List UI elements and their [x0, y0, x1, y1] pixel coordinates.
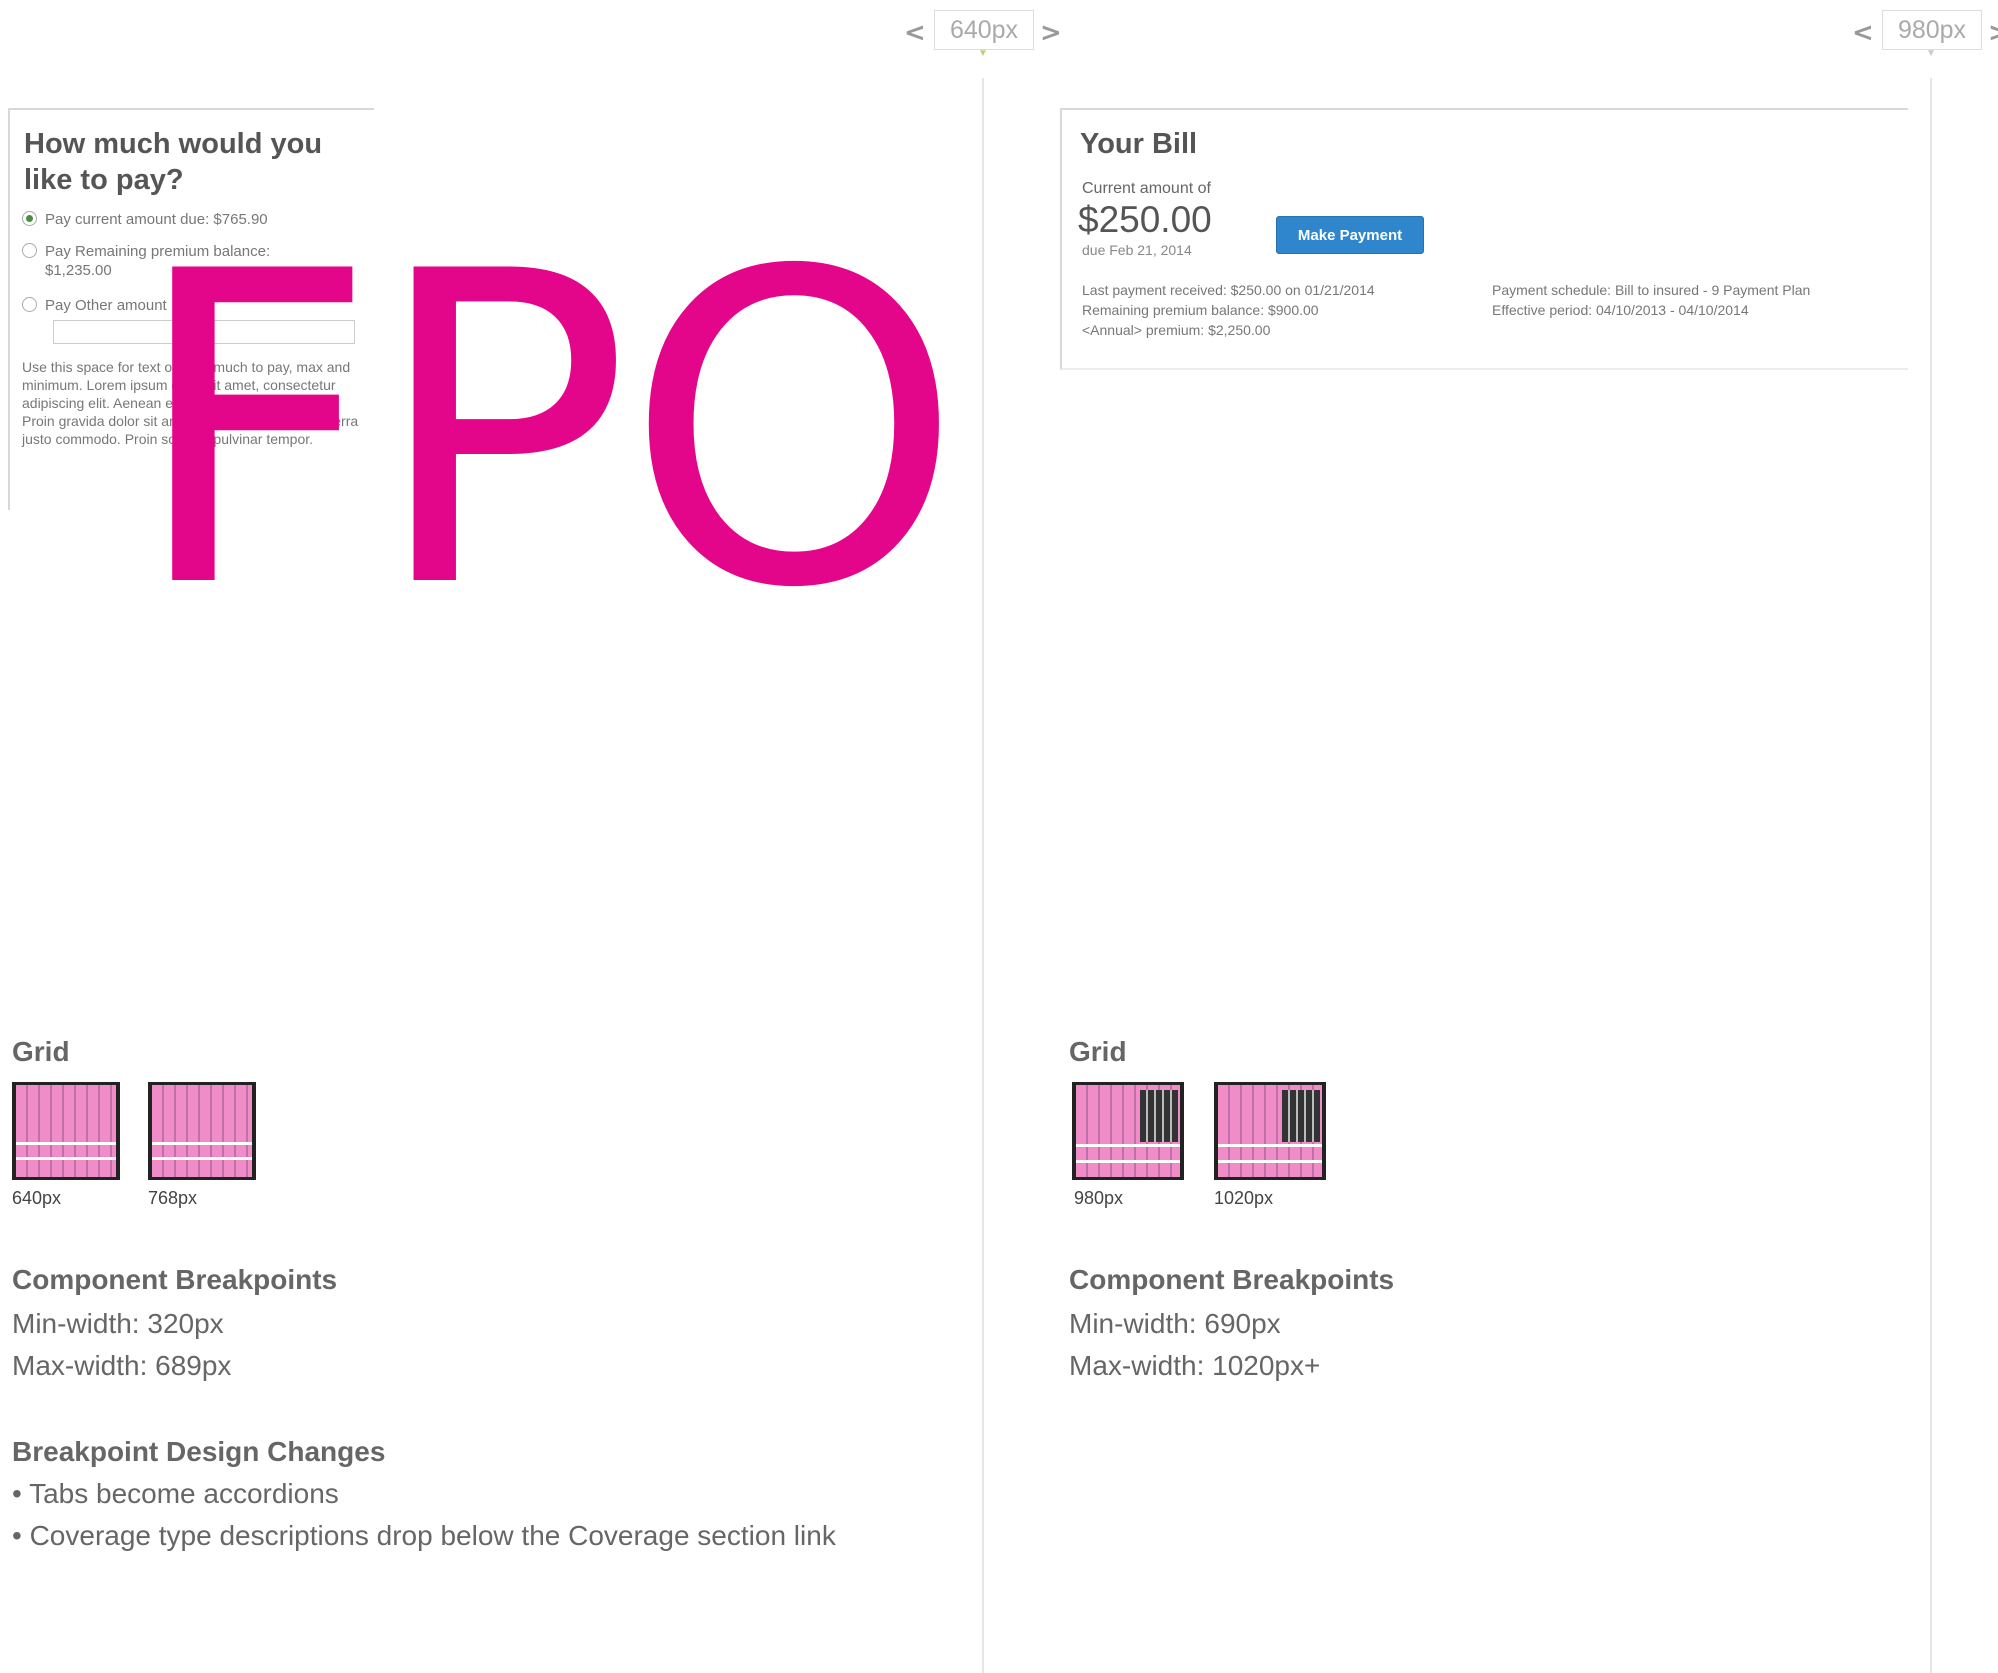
design-change-item: • Tabs become accordions — [12, 1478, 339, 1509]
max-width-text: Max-width: 1020px+ — [1069, 1350, 1321, 1381]
due-date: due Feb 21, 2014 — [1082, 242, 1192, 258]
grid-thumbnail-1020[interactable] — [1214, 1082, 1326, 1180]
grid-columns — [152, 1085, 252, 1177]
breakpoint-divider — [1930, 78, 1932, 1673]
grid-thumbnail-label: 980px — [1074, 1188, 1124, 1208]
grid-divider — [152, 1157, 252, 1160]
payment-info-right: Payment schedule: Bill to insured - 9 Pa… — [1492, 280, 1810, 320]
grid-thumbnail-640[interactable] — [12, 1082, 120, 1180]
breakpoint-label: 980px — [1882, 10, 1982, 50]
effective-period-text: Effective period: 04/10/2013 - 04/10/201… — [1492, 302, 1749, 318]
prev-breakpoint-button[interactable]: < — [904, 18, 926, 48]
grid-divider — [1076, 1144, 1180, 1147]
bill-amount: $250.00 — [1078, 199, 1212, 240]
make-payment-button[interactable]: Make Payment — [1276, 216, 1424, 254]
grid-divider — [1076, 1160, 1180, 1163]
grid-heading: Grid — [1069, 1036, 1127, 1067]
breakpoint-label: 640px — [934, 10, 1034, 50]
grid-columns-dark — [1140, 1090, 1178, 1142]
breakpoint-badge-980: < 980px ▼ > — [1848, 10, 1998, 59]
radio-icon[interactable] — [22, 243, 37, 258]
grid-thumbnail-label: 1020px — [1214, 1188, 1274, 1208]
radio-selected-icon[interactable] — [22, 211, 37, 226]
design-change-item: • Coverage type descriptions drop below … — [12, 1520, 836, 1551]
design-changes-heading: Breakpoint Design Changes — [12, 1436, 386, 1467]
grid-divider — [152, 1142, 252, 1145]
radio-icon[interactable] — [22, 297, 37, 312]
min-width-text: Min-width: 690px — [1069, 1308, 1281, 1339]
grid-thumbnail-980[interactable] — [1072, 1082, 1184, 1180]
grid-divider — [1218, 1160, 1322, 1163]
breakpoint-badge-640: < 640px ▼ > — [900, 10, 1070, 59]
current-amount-label: Current amount of — [1082, 180, 1211, 197]
breakpoint-divider — [982, 78, 984, 1673]
grid-divider — [1218, 1144, 1322, 1147]
payment-schedule-text: Payment schedule: Bill to insured - 9 Pa… — [1492, 282, 1811, 298]
chevron-down-icon: ▼ — [1926, 48, 1936, 59]
grid-columns-dark — [1282, 1090, 1320, 1142]
grid-divider — [16, 1142, 116, 1145]
payment-info-left: Last payment received: $250.00 on 01/21/… — [1082, 280, 1375, 340]
chevron-down-icon: ▼ — [978, 48, 988, 59]
prev-breakpoint-button[interactable]: < — [1852, 18, 1874, 48]
fpo-watermark: FPO — [130, 182, 963, 682]
card-title: Your Bill — [1080, 128, 1198, 160]
annual-premium-text: <Annual> premium: $2,250.00 — [1082, 322, 1271, 338]
grid-heading: Grid — [12, 1036, 70, 1067]
last-payment-text: Last payment received: $250.00 on 01/21/… — [1082, 282, 1375, 298]
component-breakpoints-heading: Component Breakpoints — [12, 1264, 338, 1295]
next-breakpoint-button[interactable]: > — [1040, 18, 1062, 48]
your-bill-card: Your Bill Current amount of $250.00 due … — [1060, 108, 1908, 370]
min-width-text: Min-width: 320px — [12, 1308, 224, 1339]
grid-thumbnail-label: 640px — [12, 1188, 62, 1208]
grid-thumbnail-label: 768px — [148, 1188, 198, 1208]
grid-columns — [16, 1085, 116, 1177]
remaining-balance-text: Remaining premium balance: $900.00 — [1082, 302, 1319, 318]
max-width-text: Max-width: 689px — [12, 1350, 232, 1381]
grid-thumbnail-768[interactable] — [148, 1082, 256, 1180]
next-breakpoint-button[interactable]: > — [1988, 18, 1998, 48]
grid-divider — [16, 1157, 116, 1160]
component-breakpoints-heading: Component Breakpoints — [1069, 1264, 1395, 1295]
